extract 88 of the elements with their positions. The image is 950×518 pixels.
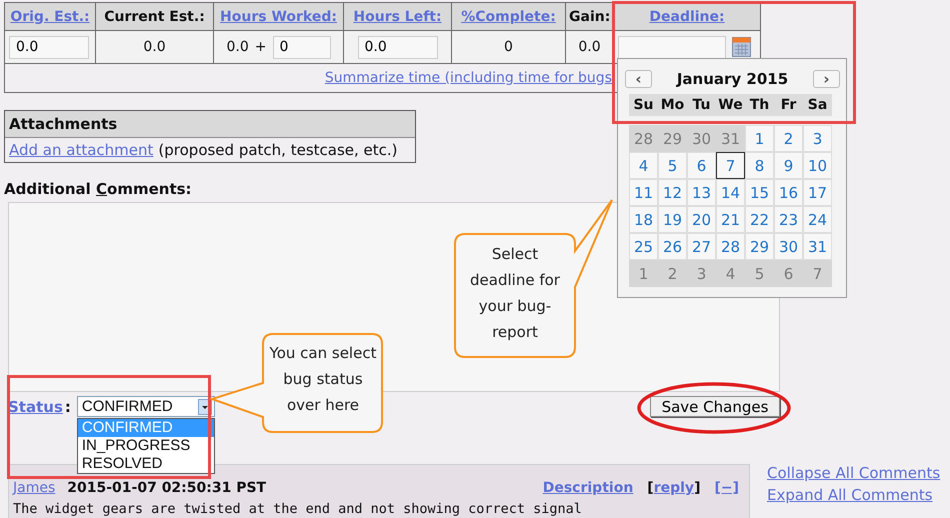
calendar-day[interactable]: 14 [716,179,745,206]
dropdown-option[interactable]: CONFIRMED [78,419,214,437]
calendar-day[interactable]: 7 [716,152,745,179]
dropdown-option[interactable]: RESOLVED [78,455,214,473]
weekday-label: We [717,97,744,113]
comment-time: 2015-01-07 02:50:31 PST [67,480,266,496]
description-link[interactable]: Description [542,480,634,496]
summarize-link[interactable]: Summarize time (including time for bugs [324,70,612,86]
calendar-day[interactable]: 25 [629,233,658,260]
bracket: [ [647,480,654,496]
attachments-heading: Attachments [9,115,118,133]
calendar-day[interactable]: 9 [774,152,803,179]
calendar-day[interactable]: 18 [629,206,658,233]
value-text: 0.0 [143,39,166,55]
author-link[interactable]: James [13,480,56,496]
callout-text: You can select bug status over here [268,343,378,416]
hours-field[interactable]: 0.0 [9,36,89,58]
calendar-day[interactable]: 4 [716,260,745,287]
weekday-label: Th [748,97,770,113]
calendar-day[interactable]: 30 [774,233,803,260]
dropdown-option[interactable]: IN_PROGRESS [78,437,214,455]
hours-field[interactable]: 0 [272,36,330,58]
weekday-label: Mo [660,97,686,113]
calendar-day[interactable]: 19 [658,206,687,233]
calendar-day[interactable]: 2 [774,125,803,152]
collapse-toggle-link[interactable]: [−] [714,480,739,496]
calendar-day[interactable]: 5 [658,152,687,179]
calendar-day[interactable]: 23 [774,206,803,233]
calendar-day[interactable]: 4 [629,152,658,179]
calendar-icon[interactable] [732,37,751,57]
calendar-day[interactable]: 11 [629,179,658,206]
weekday-label: Sa [806,97,828,113]
add-attachment-link[interactable]: Add an attachment [9,141,154,159]
calendar-day[interactable]: 29 [658,125,687,152]
comments-toggle-link[interactable]: Expand All Comments [767,486,940,504]
comment-text: The widget gears are twisted at the end and not showing correct signal [13,501,583,517]
callout-text: Select deadline for your bug-report [469,244,561,343]
calendar-day[interactable]: 26 [658,233,687,260]
calendar-day[interactable]: 29 [745,233,774,260]
status-select[interactable]: CONFIRMED [76,396,215,417]
reply-link[interactable]: reply [654,480,694,496]
calendar-day[interactable]: 2 [658,260,687,287]
weekday-label: Fr [780,97,798,113]
calendar-day[interactable]: 17 [803,179,832,206]
calendar-day[interactable]: 31 [716,125,745,152]
calendar-day[interactable]: 3 [687,260,716,287]
calendar-day[interactable]: 22 [745,206,774,233]
calendar-day[interactable]: 3 [803,125,832,152]
calendar-day[interactable]: 1 [629,260,658,287]
calendar-day[interactable]: 6 [774,260,803,287]
plus-sign: + [254,39,266,55]
comments-label: Additional Comments: [4,180,192,198]
column-header: Current Est.: [104,8,205,24]
status-link[interactable]: Status [8,398,63,416]
next-month-button[interactable]: › [812,70,840,88]
deadline-field[interactable] [618,36,726,58]
attachment-note: (proposed patch, testcase, etc.) [158,141,398,159]
calendar-day[interactable]: 8 [745,152,774,179]
colon: : [64,398,71,416]
calendar-day[interactable]: 30 [687,125,716,152]
calendar-day[interactable]: 27 [687,233,716,260]
calendar-day[interactable]: 20 [687,206,716,233]
previous-month-button[interactable]: ‹ [625,70,652,88]
value-text: 0.0 [226,39,249,55]
hours-field[interactable]: 0.0 [358,36,438,58]
bracket: ] [694,480,700,496]
value-text: 0.0 [578,39,601,55]
calendar-day[interactable]: 6 [687,152,716,179]
value-text: 0 [504,39,513,55]
calendar-day[interactable]: 21 [716,206,745,233]
save-changes-button[interactable]: Save Changes [650,396,780,417]
calendar-day[interactable]: 7 [803,260,832,287]
comments-toggle-link[interactable]: Collapse All Comments [767,464,940,482]
weekday-label: Su [632,97,655,113]
calendar-day[interactable]: 28 [716,233,745,260]
calendar-day[interactable]: 13 [687,179,716,206]
calendar-day[interactable]: 12 [658,179,687,206]
calendar-day[interactable]: 28 [629,125,658,152]
column-header: Gain: [569,8,610,24]
calendar-day[interactable]: 1 [745,125,774,152]
calendar-day[interactable]: 24 [803,206,832,233]
calendar-day[interactable]: 15 [745,179,774,206]
calendar-day[interactable]: 5 [745,260,774,287]
calendar-day[interactable]: 10 [803,152,832,179]
calendar-day[interactable]: 16 [774,179,803,206]
month-title: January 2015 [676,70,788,88]
weekday-label: Tu [692,97,712,113]
calendar-day[interactable]: 31 [803,233,832,260]
